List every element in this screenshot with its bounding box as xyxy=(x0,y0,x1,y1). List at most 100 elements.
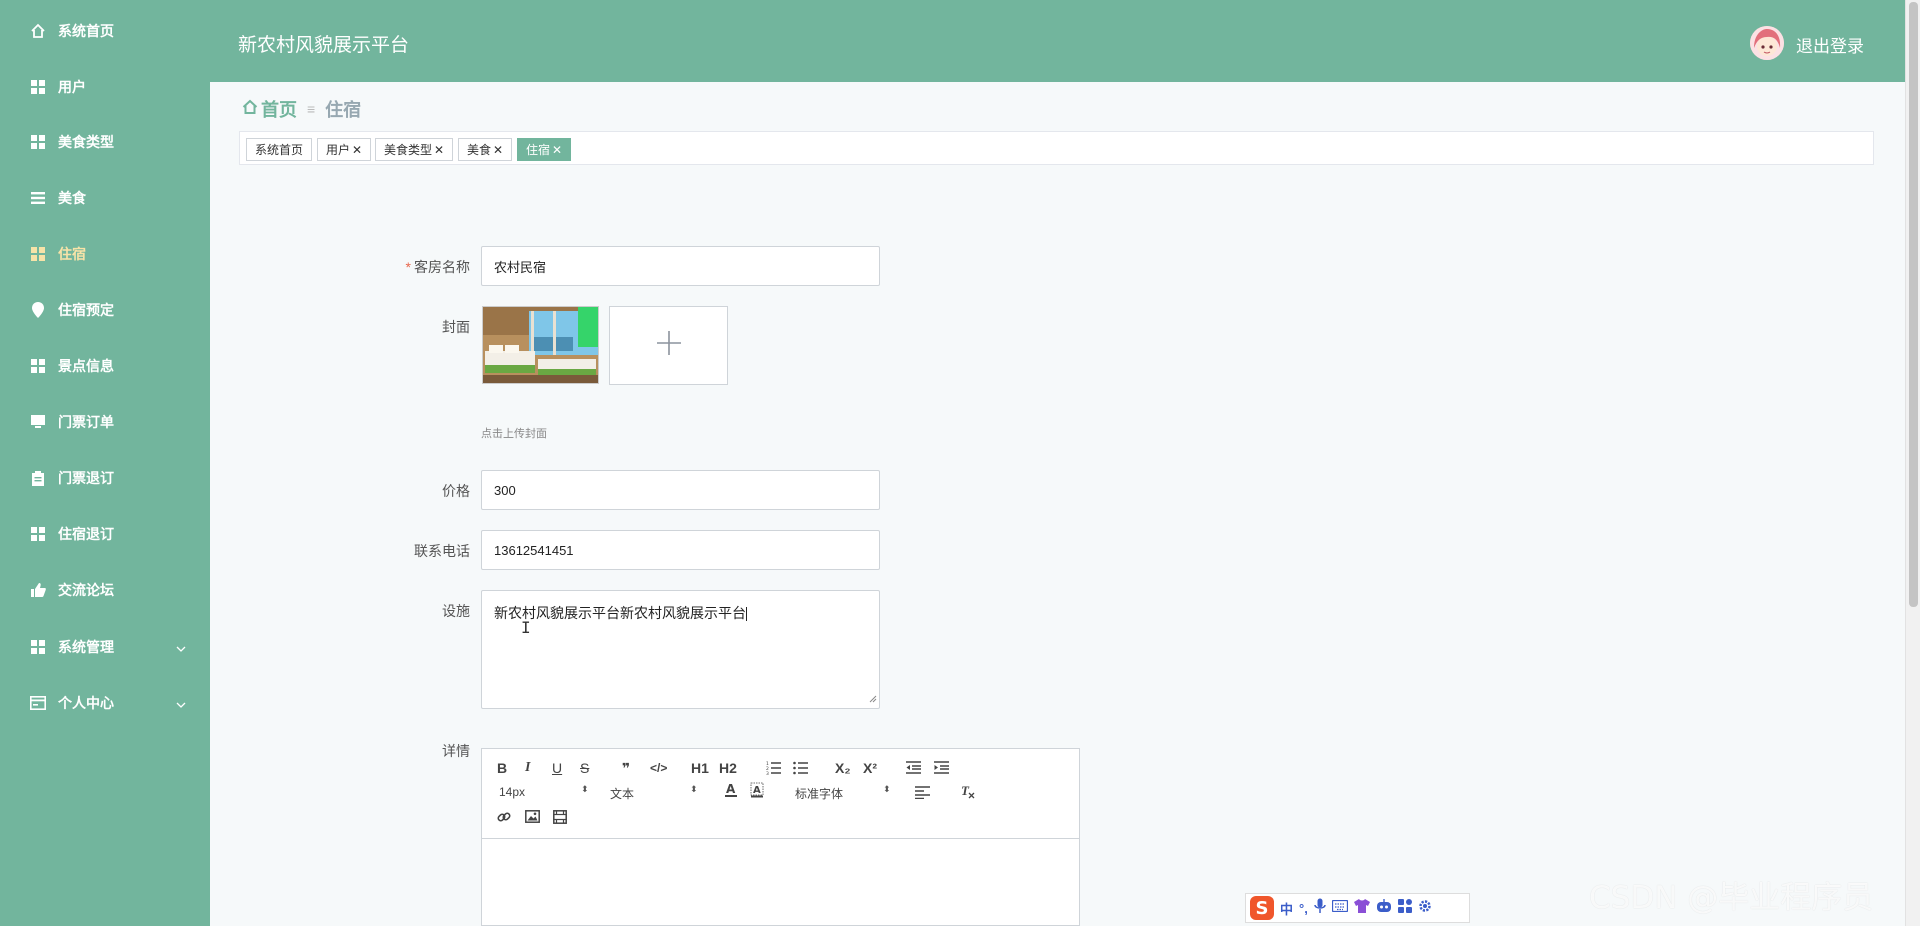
room-name-input[interactable]: 农村民宿 xyxy=(481,246,880,286)
tag-users[interactable]: 用户 ✕ xyxy=(317,138,372,161)
logout-button[interactable]: 退出登录 xyxy=(1796,32,1864,57)
clipboard-icon xyxy=(30,470,46,486)
close-icon[interactable]: ✕ xyxy=(493,143,503,157)
phone-input[interactable]: 13612541451 xyxy=(481,530,880,570)
app-title: 新农村风貌展示平台 xyxy=(238,35,410,56)
grid-icon xyxy=(30,79,46,95)
grid-icon xyxy=(30,246,46,262)
align-icon[interactable] xyxy=(915,786,930,802)
bullet-list-icon[interactable] xyxy=(793,761,808,778)
sidebar-item-lodging-refund[interactable]: 住宿退订 xyxy=(0,512,210,556)
tag-food-type[interactable]: 美食类型 ✕ xyxy=(375,138,454,161)
font-family-value: 标准字体 xyxy=(795,787,844,801)
blockquote-button[interactable]: ❞ xyxy=(622,760,630,777)
text-color-icon[interactable]: A xyxy=(724,782,738,801)
price-input[interactable]: 300 xyxy=(481,470,880,510)
svg-text:3: 3 xyxy=(766,771,769,775)
sidebar-item-ticket-orders[interactable]: 门票订单 xyxy=(0,400,210,444)
video-icon[interactable] xyxy=(553,810,567,827)
resize-handle-icon[interactable] xyxy=(867,690,877,706)
superscript-button[interactable]: X² xyxy=(863,760,877,776)
cover-upload-button[interactable] xyxy=(609,306,728,385)
svg-text:T: T xyxy=(961,784,970,798)
font-family-select[interactable]: 标准字体 ⬍ xyxy=(795,784,891,802)
tag-food[interactable]: 美食 ✕ xyxy=(458,138,513,161)
bold-button[interactable]: B xyxy=(497,760,507,776)
monitor-icon xyxy=(30,414,46,430)
ordered-list-icon[interactable]: 123 xyxy=(766,761,781,778)
scrollbar-thumb[interactable] xyxy=(1909,2,1918,607)
close-icon[interactable]: ✕ xyxy=(434,143,444,157)
watermark-text: CSDN @毕业程序员 xyxy=(1589,880,1874,916)
home-icon xyxy=(242,99,258,120)
sidebar-item-lodging[interactable]: 住宿 xyxy=(0,232,210,276)
header1-button[interactable]: H1 xyxy=(691,760,709,776)
plus-icon xyxy=(655,329,683,362)
tag-system-home[interactable]: 系统首页 xyxy=(246,138,313,161)
rich-text-editor[interactable]: B I U S ❞ </> H1 H2 123 X₂ X² 14px ⬍ 文本 … xyxy=(481,748,1080,926)
robot-icon[interactable] xyxy=(1376,898,1392,918)
sogou-logo-icon[interactable]: S xyxy=(1250,896,1274,920)
grid-icon xyxy=(30,639,46,655)
card-icon xyxy=(30,695,46,711)
microphone-icon[interactable] xyxy=(1314,898,1326,919)
facilities-textarea[interactable]: 新农村风貌展示平台新农村风貌展示平台 xyxy=(481,590,880,709)
editor-toolbar: B I U S ❞ </> H1 H2 123 X₂ X² 14px ⬍ 文本 … xyxy=(482,749,1079,839)
sidebar-item-personal-center[interactable]: 个人中心 xyxy=(0,681,210,725)
code-block-button[interactable]: </> xyxy=(650,761,667,775)
tag-lodging[interactable]: 住宿 ✕ xyxy=(517,138,572,161)
italic-button[interactable]: I xyxy=(525,760,530,776)
breadcrumb-home[interactable]: 首页 xyxy=(242,96,297,122)
editor-content-area[interactable] xyxy=(482,840,1079,925)
header-select[interactable]: 文本 ⬍ xyxy=(610,784,698,802)
sidebar-item-label: 个人中心 xyxy=(58,695,114,711)
sidebar-item-attractions[interactable]: 景点信息 xyxy=(0,344,210,388)
sidebar-item-label: 住宿退订 xyxy=(58,526,114,542)
facilities-label: 设施 xyxy=(442,603,470,619)
sidebar-item-food-type[interactable]: 美食类型 xyxy=(0,120,210,164)
cover-image[interactable] xyxy=(482,306,599,384)
tags-view: 系统首页 用户 ✕ 美食类型 ✕ 美食 ✕ 住宿 ✕ xyxy=(239,131,1874,165)
sidebar-item-food[interactable]: 美食 xyxy=(0,176,210,220)
ime-language-toggle[interactable]: 中 xyxy=(1280,899,1293,918)
sidebar-item-users[interactable]: 用户 xyxy=(0,65,210,109)
chevron-down-icon xyxy=(176,640,186,656)
sidebar-item-label: 交流论坛 xyxy=(58,582,114,598)
font-size-select[interactable]: 14px ⬍ xyxy=(499,784,589,799)
keyboard-icon[interactable] xyxy=(1331,899,1348,917)
grid-icon xyxy=(30,526,46,542)
strike-button[interactable]: S xyxy=(580,760,589,776)
facilities-text: 新农村风貌展示平台新农村风貌展示平台 xyxy=(494,605,746,621)
sidebar-item-lodging-booking[interactable]: 住宿预定 xyxy=(0,288,210,332)
sidebar-item-label: 系统管理 xyxy=(58,639,114,655)
indent-icon[interactable] xyxy=(934,761,949,777)
select-arrows-icon: ⬍ xyxy=(581,784,589,794)
outdent-icon[interactable] xyxy=(906,761,921,777)
sidebar-item-label: 美食 xyxy=(58,190,86,206)
svg-text:A: A xyxy=(753,785,761,796)
close-icon[interactable]: ✕ xyxy=(352,143,362,157)
underline-button[interactable]: U xyxy=(552,760,562,776)
gear-icon[interactable] xyxy=(1418,899,1432,918)
avatar[interactable] xyxy=(1750,26,1784,60)
header2-button[interactable]: H2 xyxy=(719,760,737,776)
chevron-down-icon xyxy=(176,696,186,712)
apps-grid-icon[interactable] xyxy=(1397,898,1412,918)
link-icon[interactable] xyxy=(497,810,511,827)
image-icon[interactable] xyxy=(525,810,540,826)
clear-format-icon[interactable]: T xyxy=(961,783,975,802)
svg-text:A: A xyxy=(726,782,736,796)
sidebar-item-home[interactable]: 系统首页 xyxy=(0,9,210,53)
background-color-icon[interactable]: A xyxy=(750,782,764,801)
ime-punctuation-toggle[interactable]: °, xyxy=(1299,901,1308,916)
sidebar-item-system-admin[interactable]: 系统管理 xyxy=(0,625,210,669)
subscript-button[interactable]: X₂ xyxy=(835,760,851,776)
skin-shirt-icon[interactable] xyxy=(1353,898,1370,918)
close-icon[interactable]: ✕ xyxy=(552,143,562,157)
sidebar-item-label: 门票退订 xyxy=(58,470,114,486)
page-scrollbar[interactable] xyxy=(1905,0,1920,926)
sidebar-item-label: 美食类型 xyxy=(58,134,114,150)
sidebar-item-forum[interactable]: 交流论坛 xyxy=(0,568,210,612)
required-mark: * xyxy=(405,259,411,275)
sidebar-item-ticket-refund[interactable]: 门票退订 xyxy=(0,456,210,500)
